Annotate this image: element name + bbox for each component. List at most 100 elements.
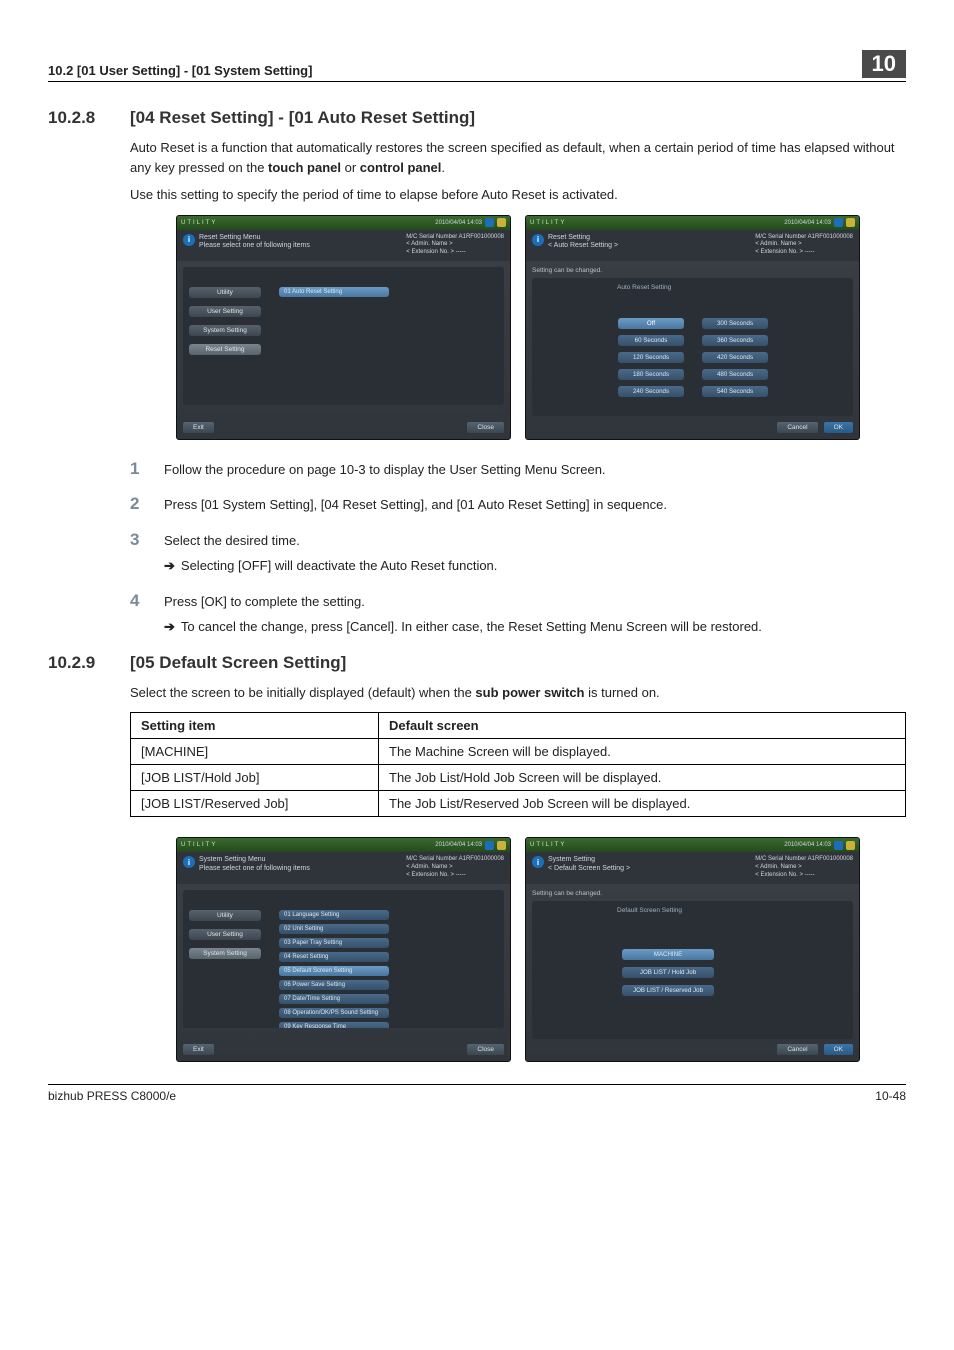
panel-header: i Reset Setting < Auto Reset Setting > M… xyxy=(526,230,859,261)
section-number: 10.2.8 xyxy=(48,108,108,128)
close-button[interactable]: Close xyxy=(467,422,504,433)
utility-label: UTILITY xyxy=(181,842,217,848)
crumb-user-setting[interactable]: User Setting xyxy=(189,929,261,940)
opt-joblist-reserved[interactable]: JOB LIST / Reserved Job xyxy=(622,985,714,996)
menu-item[interactable]: 01 Language Setting xyxy=(279,910,389,920)
header-breadcrumb: 10.2 [01 User Setting] - [01 System Sett… xyxy=(48,63,312,78)
cancel-button[interactable]: Cancel xyxy=(777,1044,817,1055)
panel-reset-menu: UTILITY 2010/04/04 14:03 i Reset Setting… xyxy=(176,215,511,440)
machine-info: M/C Serial Number A1RF001000008 < Admin.… xyxy=(406,856,504,879)
opt-180s[interactable]: 180 Seconds xyxy=(618,369,684,380)
changeable-note: Setting can be changed. xyxy=(532,267,853,274)
changeable-note: Setting can be changed. xyxy=(532,890,853,897)
opt-120s[interactable]: 120 Seconds xyxy=(618,352,684,363)
menu-item[interactable]: 02 Unit Setting xyxy=(279,924,389,934)
step-number: 1 xyxy=(130,460,146,477)
opt-480s[interactable]: 480 Seconds xyxy=(702,369,768,380)
screenshot-row-2: UTILITY 2010/04/04 14:03 i System Settin… xyxy=(130,837,906,1062)
info-icon[interactable] xyxy=(485,218,494,227)
info-icon: i xyxy=(183,856,195,868)
help-icon[interactable] xyxy=(497,841,506,850)
close-button[interactable]: Close xyxy=(467,1044,504,1055)
panel-subtitle: Please select one of following items xyxy=(199,865,310,873)
menu-item[interactable]: 07 Date/Time Setting xyxy=(279,994,389,1004)
panel-title: Reset Setting xyxy=(548,234,618,242)
panel-system-setting-menu: UTILITY 2010/04/04 14:03 i System Settin… xyxy=(176,837,511,1062)
panel-subtitle: < Default Screen Setting > xyxy=(548,865,630,873)
utility-label: UTILITY xyxy=(530,842,566,848)
panel-default-screen-setting: UTILITY 2010/04/04 14:03 i System Settin… xyxy=(525,837,860,1062)
crumb-system-setting[interactable]: System Setting xyxy=(189,948,261,959)
menu-list: 01 Auto Reset Setting xyxy=(279,287,389,297)
page-header: 10.2 [01 User Setting] - [01 System Sett… xyxy=(48,50,906,82)
settings-table: Setting item Default screen [MACHINE] Th… xyxy=(130,712,906,817)
opt-360s[interactable]: 360 Seconds xyxy=(702,335,768,346)
ok-button[interactable]: OK xyxy=(824,1044,853,1055)
info-icon[interactable] xyxy=(834,218,843,227)
breadcrumb-stack: Utility User Setting System Setting xyxy=(189,910,261,959)
ok-button[interactable]: OK xyxy=(824,422,853,433)
menu-item[interactable]: 08 Operation/OK/PS Sound Setting xyxy=(279,1008,389,1018)
machine-info: M/C Serial Number A1RF001000008 < Admin.… xyxy=(755,234,853,257)
menu-list: 01 Language Setting 02 Unit Setting 03 P… xyxy=(279,910,389,1028)
menu-default-screen-setting[interactable]: 05 Default Screen Setting xyxy=(279,966,389,976)
opt-540s[interactable]: 540 Seconds xyxy=(702,386,768,397)
menu-item[interactable]: 03 Paper Tray Setting xyxy=(279,938,389,948)
machine-info: M/C Serial Number A1RF001000008 < Admin.… xyxy=(406,234,504,257)
opt-off[interactable]: Off xyxy=(618,318,684,329)
menu-auto-reset-setting[interactable]: 01 Auto Reset Setting xyxy=(279,287,389,297)
arrow-icon: ➔ xyxy=(164,556,175,576)
step-number: 4 xyxy=(130,592,146,609)
section-title: [04 Reset Setting] - [01 Auto Reset Sett… xyxy=(130,108,475,128)
opt-machine[interactable]: MACHINE xyxy=(622,949,714,960)
menu-item[interactable]: 09 Key Response Time xyxy=(279,1022,389,1028)
panel-footer: Cancel OK xyxy=(532,1044,853,1055)
opt-240s[interactable]: 240 Seconds xyxy=(618,386,684,397)
panel-subtitle: Please select one of following items xyxy=(199,242,310,250)
opt-420s[interactable]: 420 Seconds xyxy=(702,352,768,363)
datetime-label: 2010/04/04 14:03 xyxy=(784,220,831,226)
section-label: Auto Reset Setting xyxy=(617,284,671,291)
step-body: Press [OK] to complete the setting. ➔ To… xyxy=(164,592,906,637)
exit-button[interactable]: Exit xyxy=(183,422,214,433)
arrow-icon: ➔ xyxy=(164,617,175,637)
step-number: 2 xyxy=(130,495,146,512)
breadcrumb-stack: Utility User Setting System Setting Rese… xyxy=(189,287,261,355)
info-icon: i xyxy=(532,234,544,246)
info-icon: i xyxy=(532,856,544,868)
crumb-system-setting[interactable]: System Setting xyxy=(189,325,261,336)
intro-para-3: Select the screen to be initially displa… xyxy=(130,683,906,703)
opt-60s[interactable]: 60 Seconds xyxy=(618,335,684,346)
datetime-label: 2010/04/04 14:03 xyxy=(435,220,482,226)
crumb-utility[interactable]: Utility xyxy=(189,910,261,921)
cancel-button[interactable]: Cancel xyxy=(777,422,817,433)
page-number: 10-48 xyxy=(875,1089,906,1103)
crumb-user-setting[interactable]: User Setting xyxy=(189,306,261,317)
help-icon[interactable] xyxy=(497,218,506,227)
menu-item[interactable]: 06 Power Save Setting xyxy=(279,980,389,990)
info-icon[interactable] xyxy=(485,841,494,850)
exit-button[interactable]: Exit xyxy=(183,1044,214,1055)
th-setting-item: Setting item xyxy=(131,713,379,739)
step-body: Press [01 System Setting], [04 Reset Set… xyxy=(164,495,906,515)
help-icon[interactable] xyxy=(846,841,855,850)
section-number: 10.2.9 xyxy=(48,653,108,673)
panel-topbar: UTILITY 2010/04/04 14:03 xyxy=(526,838,859,852)
crumb-reset-setting[interactable]: Reset Setting xyxy=(189,344,261,355)
chapter-number-box: 10 xyxy=(862,50,906,78)
page-footer: bizhub PRESS C8000/e 10-48 xyxy=(48,1084,906,1103)
opt-300s[interactable]: 300 Seconds xyxy=(702,318,768,329)
panel-header: i System Setting Menu Please select one … xyxy=(177,852,510,883)
screenshot-row-1: UTILITY 2010/04/04 14:03 i Reset Setting… xyxy=(130,215,906,440)
step-number: 3 xyxy=(130,531,146,548)
panel-title: System Setting Menu xyxy=(199,856,310,864)
panel-header: i Reset Setting Menu Please select one o… xyxy=(177,230,510,261)
panel-auto-reset-setting: UTILITY 2010/04/04 14:03 i Reset Setting… xyxy=(525,215,860,440)
opt-joblist-hold[interactable]: JOB LIST / Hold Job xyxy=(622,967,714,978)
info-icon: i xyxy=(183,234,195,246)
datetime-label: 2010/04/04 14:03 xyxy=(784,842,831,848)
crumb-utility[interactable]: Utility xyxy=(189,287,261,298)
info-icon[interactable] xyxy=(834,841,843,850)
menu-item[interactable]: 04 Reset Setting xyxy=(279,952,389,962)
help-icon[interactable] xyxy=(846,218,855,227)
